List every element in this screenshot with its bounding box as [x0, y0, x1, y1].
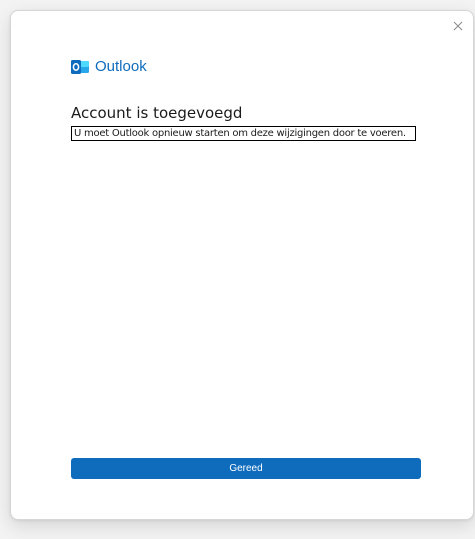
brand-name: Outlook — [95, 58, 147, 75]
done-button[interactable]: Gereed — [71, 458, 421, 479]
dialog-window: Outlook Account is toegevoegd U moet Out… — [10, 10, 474, 520]
close-icon — [453, 21, 463, 31]
outlook-logo-icon — [71, 59, 89, 75]
brand-header: Outlook — [71, 58, 147, 76]
dialog-title: Account is toegevoegd — [71, 104, 243, 122]
dialog-message: U moet Outlook opnieuw starten om deze w… — [71, 126, 416, 141]
close-button[interactable] — [449, 17, 467, 35]
